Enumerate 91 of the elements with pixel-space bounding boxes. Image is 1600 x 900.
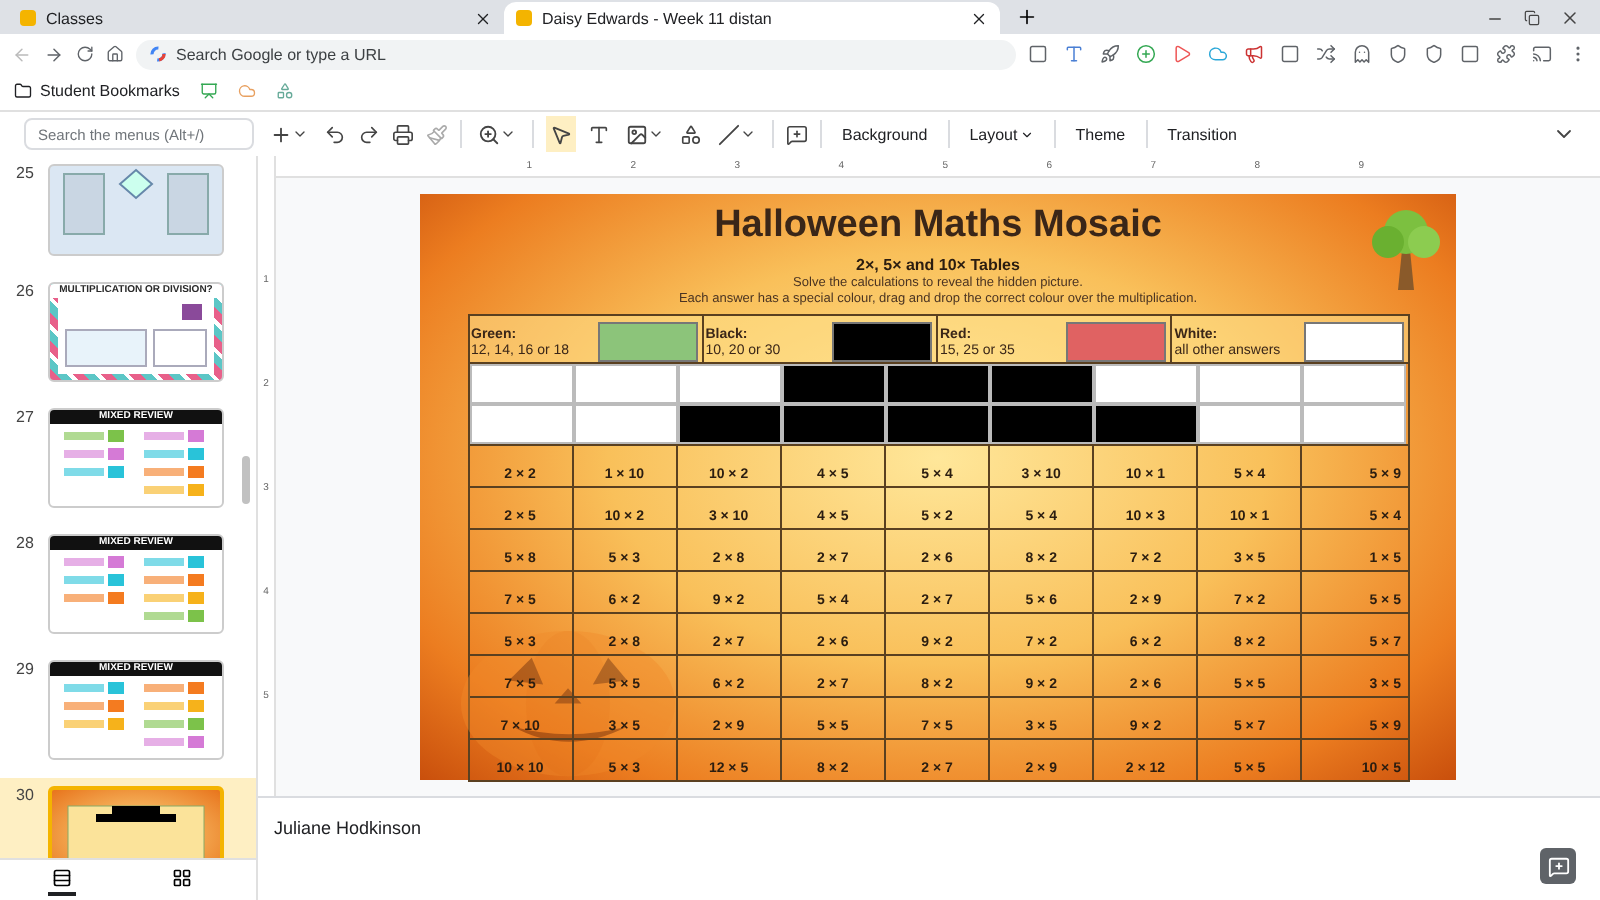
colour-tile[interactable] bbox=[781, 404, 886, 444]
grid-icon bbox=[172, 868, 192, 888]
forward-icon[interactable] bbox=[43, 43, 64, 65]
select-tool-button[interactable] bbox=[546, 116, 576, 152]
shuffle-icon[interactable] bbox=[1316, 44, 1336, 64]
restore-icon[interactable] bbox=[1524, 10, 1540, 26]
slide-number: 27 bbox=[16, 408, 36, 426]
colour-swatch[interactable] bbox=[1303, 322, 1403, 362]
toolbar-button[interactable]: Theme bbox=[1067, 121, 1134, 147]
caret-icon bbox=[500, 126, 516, 142]
slide-number: 29 bbox=[16, 660, 36, 678]
colour-tile[interactable] bbox=[469, 404, 574, 444]
colour-tile[interactable] bbox=[677, 364, 782, 404]
colour-tile[interactable] bbox=[677, 404, 782, 444]
toolbar-button[interactable]: Background bbox=[834, 121, 936, 147]
shape-icon[interactable] bbox=[680, 123, 702, 145]
colour-tile[interactable] bbox=[990, 364, 1095, 404]
image-icon bbox=[626, 123, 648, 145]
folder-icon[interactable] bbox=[14, 81, 32, 99]
colour-tile[interactable] bbox=[573, 404, 678, 444]
colour-tile[interactable] bbox=[885, 364, 991, 404]
colour-tile[interactable] bbox=[1302, 404, 1407, 444]
speaker-notes-text[interactable]: Juliane Hodkinson bbox=[274, 818, 1584, 838]
bookmark-icon[interactable] bbox=[199, 81, 218, 99]
slide-number: 30 bbox=[16, 786, 36, 804]
rocket-icon[interactable] bbox=[1100, 44, 1120, 64]
bookmark-folder[interactable]: Student Bookmarks bbox=[14, 81, 180, 99]
close-window-icon[interactable] bbox=[1560, 8, 1580, 28]
filmstrip-view-button[interactable] bbox=[48, 864, 76, 896]
zoom-icon bbox=[478, 123, 500, 145]
pointer-icon bbox=[550, 123, 572, 145]
puzzle-icon[interactable] bbox=[1496, 44, 1516, 64]
ghost-icon[interactable] bbox=[1352, 44, 1372, 64]
reload-icon[interactable] bbox=[75, 44, 94, 64]
toolbar-button[interactable]: Transition bbox=[1159, 121, 1245, 147]
colour-swatch[interactable] bbox=[832, 322, 932, 362]
slide-title: Halloween Maths Mosaic bbox=[714, 204, 1162, 248]
home-icon[interactable] bbox=[105, 44, 124, 64]
colour-tile[interactable] bbox=[1198, 364, 1303, 404]
caret-icon bbox=[292, 126, 308, 142]
translate-icon[interactable] bbox=[1064, 44, 1084, 64]
colour-tile[interactable] bbox=[885, 404, 991, 444]
megaphone-icon[interactable] bbox=[1244, 44, 1264, 64]
colour-swatch[interactable] bbox=[1066, 322, 1167, 362]
slide-number: 26 bbox=[16, 282, 36, 300]
undo-icon[interactable] bbox=[324, 123, 346, 145]
slide-number: 25 bbox=[16, 164, 36, 182]
toolbar-button[interactable]: Layout bbox=[961, 121, 1042, 147]
list-view-icon bbox=[52, 868, 72, 888]
add-comment-icon[interactable] bbox=[786, 123, 808, 145]
plus-circle-icon[interactable] bbox=[1136, 44, 1156, 64]
search-engine-icon bbox=[150, 46, 166, 62]
scrollbar-thumb[interactable] bbox=[242, 456, 250, 504]
plus-icon bbox=[270, 123, 292, 145]
text-box-icon[interactable] bbox=[588, 123, 610, 145]
add-comment-icon bbox=[1547, 855, 1569, 877]
extension-icon[interactable] bbox=[1460, 44, 1480, 64]
colour-tile[interactable] bbox=[573, 364, 678, 404]
print-icon[interactable] bbox=[392, 123, 414, 145]
browser-tab[interactable]: Daisy Edwards - Week 11 distan bbox=[504, 2, 1000, 34]
shield-icon[interactable] bbox=[1424, 44, 1444, 64]
colour-tile[interactable] bbox=[1302, 364, 1407, 404]
new-tab-icon[interactable] bbox=[1016, 6, 1038, 28]
address-bar[interactable]: Search Google or type a URL bbox=[136, 39, 1016, 69]
cast-icon[interactable] bbox=[1532, 44, 1552, 64]
shield-icon[interactable] bbox=[1388, 44, 1408, 64]
extension-icon[interactable] bbox=[1028, 44, 1048, 64]
colour-tile[interactable] bbox=[781, 364, 886, 404]
caret-icon bbox=[648, 126, 664, 142]
favicon-icon bbox=[516, 10, 532, 26]
colour-tile[interactable] bbox=[1094, 404, 1199, 444]
comment-button[interactable] bbox=[1540, 848, 1576, 884]
extension-icon[interactable] bbox=[1280, 44, 1300, 64]
colour-tile[interactable] bbox=[1094, 364, 1199, 404]
play-icon[interactable] bbox=[1172, 44, 1192, 64]
cloud-icon[interactable] bbox=[1208, 44, 1228, 64]
caret-icon bbox=[1019, 127, 1034, 141]
bookmark-icon[interactable] bbox=[275, 81, 294, 99]
caret-icon bbox=[740, 126, 756, 142]
browser-tab[interactable]: Classes bbox=[8, 2, 504, 34]
favicon-icon bbox=[20, 10, 36, 26]
colour-tile[interactable] bbox=[469, 364, 574, 404]
slide-subtitle: 2×, 5× and 10× Tables bbox=[856, 256, 1020, 276]
close-icon[interactable] bbox=[970, 9, 988, 27]
slide-number: 28 bbox=[16, 534, 36, 552]
colour-swatch[interactable] bbox=[597, 322, 698, 362]
line-icon bbox=[718, 123, 740, 145]
redo-icon[interactable] bbox=[358, 123, 380, 145]
colour-tile[interactable] bbox=[990, 404, 1095, 444]
close-icon[interactable] bbox=[474, 9, 492, 27]
colour-tile[interactable] bbox=[1198, 404, 1303, 444]
